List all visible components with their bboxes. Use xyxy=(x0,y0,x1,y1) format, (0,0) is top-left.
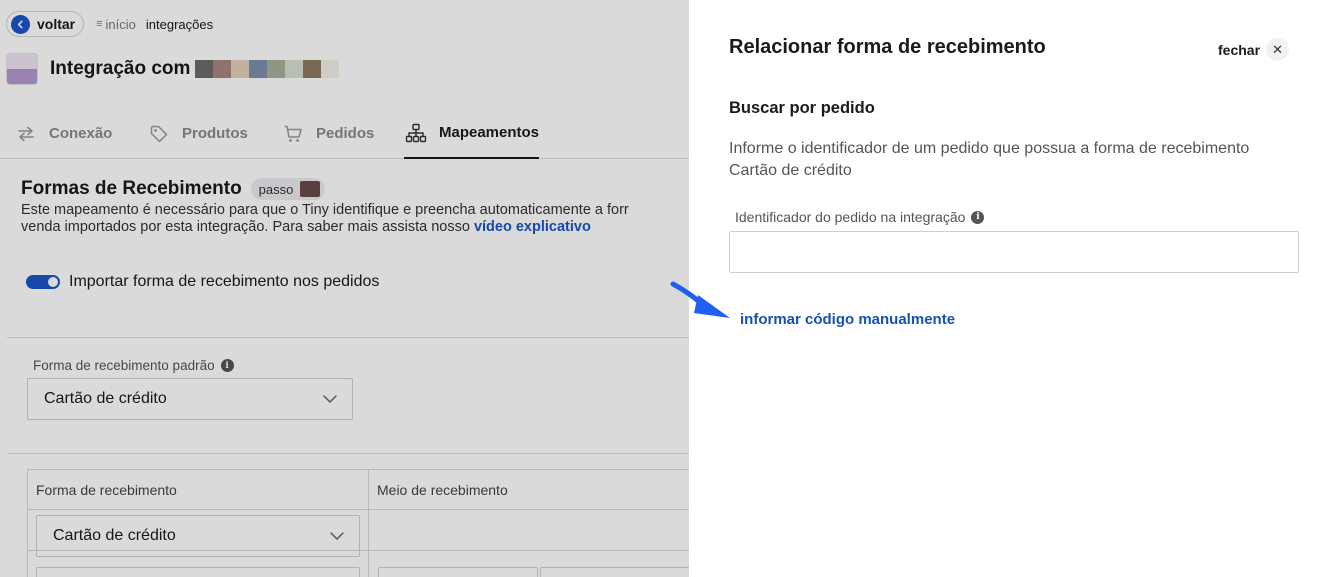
tab-label: Mapeamentos xyxy=(439,124,540,141)
row-separator xyxy=(28,550,689,551)
default-payment-select[interactable]: Cartão de crédito xyxy=(27,378,353,420)
default-payment-label: Forma de recebimento padrão i xyxy=(33,358,234,373)
close-button[interactable]: fechar ✕ xyxy=(1218,38,1290,61)
tab-conexao[interactable]: Conexão xyxy=(14,108,112,159)
page-title: Integração com xyxy=(50,58,191,79)
tab-label: Conexão xyxy=(49,125,113,142)
description-line-2: venda importados por esta integração. Pa… xyxy=(21,219,689,236)
redacted-block xyxy=(231,60,250,78)
redacted-block xyxy=(303,60,322,78)
breadcrumb: voltar ≡ início integrações xyxy=(6,11,213,37)
toggle-knob xyxy=(48,277,58,287)
redacted-block xyxy=(285,60,304,78)
menu-icon: ≡ xyxy=(96,18,103,30)
close-icon[interactable]: ✕ xyxy=(1266,38,1290,61)
redacted-block xyxy=(321,60,340,78)
row-method-select-next[interactable] xyxy=(540,567,689,577)
side-panel: Relacionar forma de recebimento fechar ✕… xyxy=(689,0,1320,577)
redacted-block xyxy=(213,60,232,78)
row-method-select-next[interactable] xyxy=(378,567,538,577)
toggle-label: Importar forma de recebimento nos pedido… xyxy=(69,273,380,290)
chevron-down-icon xyxy=(330,532,344,540)
step-badge: passo xyxy=(250,178,326,200)
section-title: Formas de Recebimento xyxy=(21,178,242,199)
panel-description: Informe o identificador de um pedido que… xyxy=(729,140,1250,179)
section-header: Formas de Recebimento passo xyxy=(21,178,326,200)
column-header-forma: Forma de recebimento xyxy=(28,470,368,510)
panel-title: Relacionar forma de recebimento xyxy=(729,36,1046,58)
import-toggle-row: Importar forma de recebimento nos pedido… xyxy=(26,273,379,291)
arrows-exchange-icon xyxy=(14,122,38,146)
sitemap-icon xyxy=(404,121,428,145)
page-header: Integração com xyxy=(6,53,340,85)
annotation-arrow-icon xyxy=(670,281,730,318)
tab-mapeamentos[interactable]: Mapeamentos xyxy=(404,108,540,159)
redacted-step-number xyxy=(300,181,321,197)
panel-subtitle: Buscar por pedido xyxy=(729,99,875,117)
breadcrumb-home-label: início xyxy=(105,16,136,32)
order-id-input[interactable] xyxy=(729,231,1299,273)
step-label: passo xyxy=(258,181,294,197)
tab-label: Produtos xyxy=(182,125,248,142)
field-label-text: Identificador do pedido na integração xyxy=(735,209,966,225)
breadcrumb-current: integrações xyxy=(145,16,214,32)
order-id-label: Identificador do pedido na integração i xyxy=(735,209,985,225)
cart-icon xyxy=(281,122,305,146)
back-label: voltar xyxy=(37,16,76,32)
info-icon[interactable]: i xyxy=(971,210,985,224)
redacted-block xyxy=(249,60,268,78)
row-payment-select-next[interactable] xyxy=(36,567,360,577)
tab-pedidos[interactable]: Pedidos xyxy=(281,108,374,159)
description-text: venda importados por esta integração. Pa… xyxy=(21,219,474,235)
breadcrumb-home-link[interactable]: ≡ início xyxy=(96,17,136,32)
chevron-left-icon xyxy=(11,14,30,34)
tab-label: Pedidos xyxy=(316,125,375,142)
tag-icon xyxy=(147,122,171,146)
description-line-1: Este mapeamento é necessário para que o … xyxy=(21,202,629,218)
redacted-block xyxy=(195,60,214,78)
integration-logo xyxy=(6,53,38,85)
mapping-table: Forma de recebimento Meio de recebimento… xyxy=(27,469,689,577)
info-icon[interactable]: i xyxy=(220,359,234,372)
tab-bar: Conexão Produtos Pedidos Mapeamentos xyxy=(0,108,689,159)
divider xyxy=(7,453,689,454)
manual-code-link[interactable]: informar código manualmente xyxy=(740,311,955,328)
redacted-block xyxy=(267,60,286,78)
background-page: voltar ≡ início integrações Integração c… xyxy=(0,0,689,577)
video-link[interactable]: vídeo explicativo xyxy=(474,219,591,235)
redacted-integration-name xyxy=(195,60,340,78)
select-value: Cartão de crédito xyxy=(53,527,176,544)
field-label-text: Forma de recebimento padrão xyxy=(33,358,215,373)
column-header-meio: Meio de recebimento xyxy=(369,470,689,510)
import-toggle[interactable] xyxy=(26,275,60,289)
tab-produtos[interactable]: Produtos xyxy=(147,108,248,159)
back-button[interactable]: voltar xyxy=(6,11,85,37)
chevron-down-icon xyxy=(323,395,337,403)
section-description: Este mapeamento é necessário para que o … xyxy=(21,202,689,236)
select-value: Cartão de crédito xyxy=(44,390,167,407)
divider xyxy=(7,337,689,338)
column-separator xyxy=(368,470,369,577)
close-label: fechar xyxy=(1218,41,1261,58)
